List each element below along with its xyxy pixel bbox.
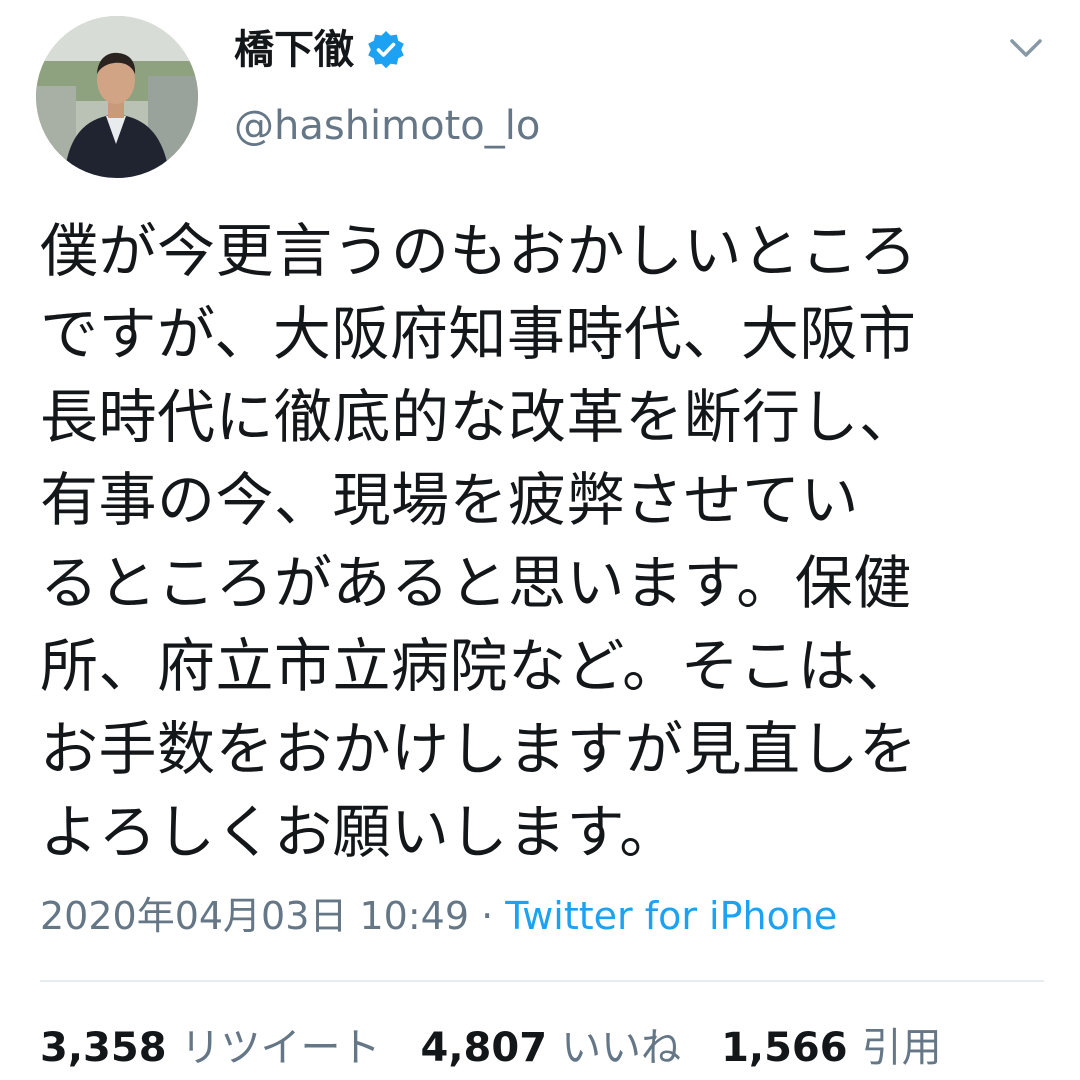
tweet-text-line: お手数をおかけしますが見直しを <box>40 715 918 783</box>
tweet-text-line: 長時代に徹底的な改革を断行し、 <box>40 383 918 451</box>
tweet-text-line: よろしくお願いします。 <box>40 798 678 866</box>
verified-badge-icon <box>364 28 408 72</box>
chevron-down-icon[interactable] <box>1006 28 1046 68</box>
tweet-detail: 橋下徹 @hashimoto_lo 僕が今更言うのもおかしいところ ですが、大阪… <box>0 0 1080 1080</box>
quotes-stat[interactable]: 1,566 引用 <box>721 1020 942 1076</box>
tweet-stats: 3,358 リツイート 4,807 いいね 1,566 引用 <box>40 1020 982 1076</box>
display-name-row: 橋下徹 <box>234 22 408 78</box>
meta-separator: · <box>469 894 506 938</box>
tweet-text-line: 僕が今更言うのもおかしいところ <box>40 217 918 285</box>
user-avatar[interactable] <box>36 16 198 178</box>
likes-label: いいね <box>561 1025 682 1071</box>
likes-stat[interactable]: 4,807 いいね <box>421 1020 682 1076</box>
tweet-text: 僕が今更言うのもおかしいところ ですが、大阪府知事時代、大阪市 長時代に徹底的な… <box>40 210 1050 874</box>
tweet-meta: 2020年04月03日 10:49 · Twitter for iPhone <box>40 888 837 944</box>
tweet-text-line: 有事の今、現場を疲弊させてい <box>40 466 860 534</box>
retweets-label: リツイート <box>180 1025 381 1071</box>
divider <box>40 980 1044 982</box>
tweet-source-link[interactable]: Twitter for iPhone <box>505 894 837 938</box>
quotes-label: 引用 <box>861 1025 942 1071</box>
retweets-count: 3,358 <box>40 1025 167 1071</box>
tweet-text-line: ですが、大阪府知事時代、大阪市 <box>40 300 917 368</box>
user-handle[interactable]: @hashimoto_lo <box>234 98 540 154</box>
likes-count: 4,807 <box>420 1025 548 1071</box>
tweet-timestamp[interactable]: 2020年04月03日 10:49 <box>40 894 469 938</box>
tweet-text-line: るところがあると思います。保健 <box>40 549 912 617</box>
quotes-count: 1,566 <box>721 1025 848 1071</box>
retweets-stat[interactable]: 3,358 リツイート <box>40 1020 381 1076</box>
display-name[interactable]: 橋下徹 <box>234 22 354 78</box>
tweet-text-line: 所、府立市立病院など。そこは、 <box>40 632 915 700</box>
